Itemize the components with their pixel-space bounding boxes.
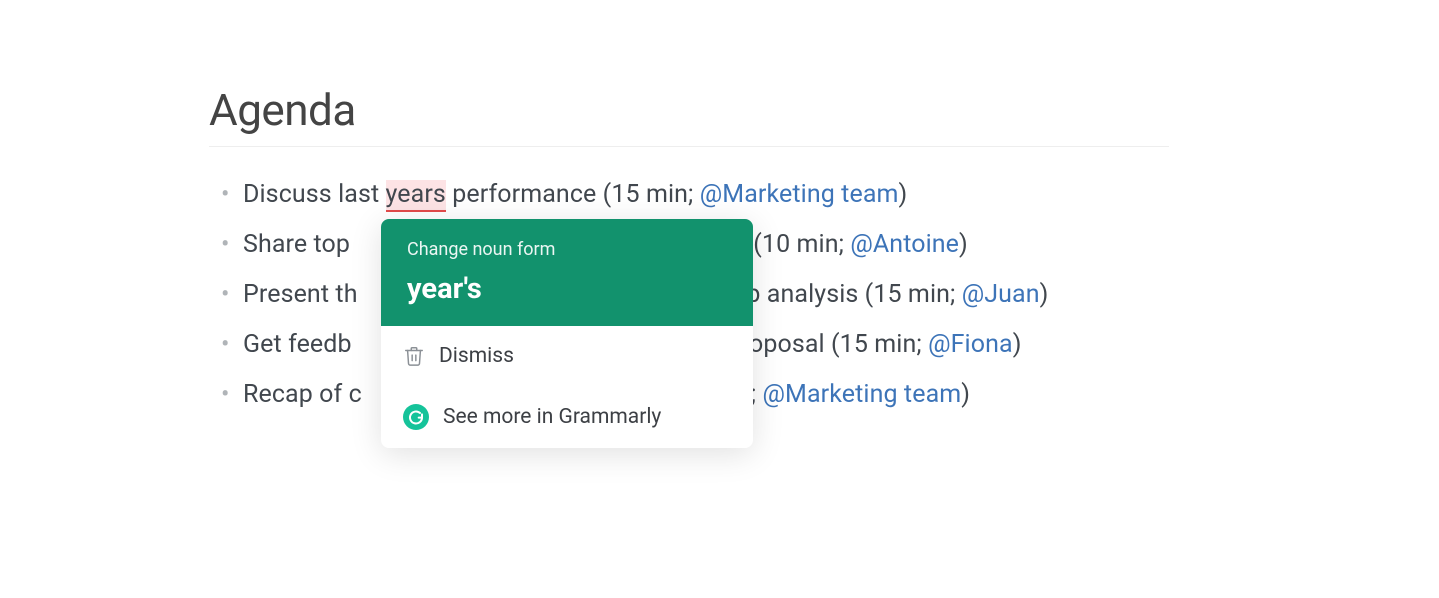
mention[interactable]: @Antoine [850,230,959,259]
popup-suggestion-block[interactable]: Change noun form year's [381,219,753,326]
popup-title: Change noun form [407,239,727,260]
text: proposal (15 min; [727,330,929,359]
text: ) [899,180,908,209]
text: Recap of c [243,380,362,409]
text: performance (15 min; [446,180,700,209]
mention[interactable]: @Marketing team [700,180,899,209]
popup-suggestion-text: year's [407,272,727,306]
dismiss-button[interactable]: Dismiss [381,326,753,386]
list-item[interactable]: Discuss last years performance (15 min; … [243,175,1169,215]
mention[interactable]: @Juan [962,280,1040,309]
see-more-label: See more in Grammarly [443,405,661,429]
text: Get feedb [243,330,351,359]
page-heading: Agenda [209,84,1169,147]
text: ap analysis (15 min; [733,280,962,309]
text: Present th [243,280,358,309]
dismiss-label: Dismiss [439,344,514,368]
text: Share top [243,230,350,259]
text: Discuss last [243,180,386,209]
see-more-button[interactable]: See more in Grammarly [381,386,753,448]
grammarly-popup: Change noun form year's Dismiss See more… [381,219,753,448]
mention[interactable]: @Marketing team [763,380,962,409]
grammar-error[interactable]: years [386,180,446,212]
grammarly-icon [403,404,429,430]
text: ) [1013,330,1022,359]
trash-icon [403,344,425,368]
text: ) [959,230,968,259]
mention[interactable]: @Fiona [928,330,1013,359]
text: ) [961,380,970,409]
text: ) [1040,280,1049,309]
